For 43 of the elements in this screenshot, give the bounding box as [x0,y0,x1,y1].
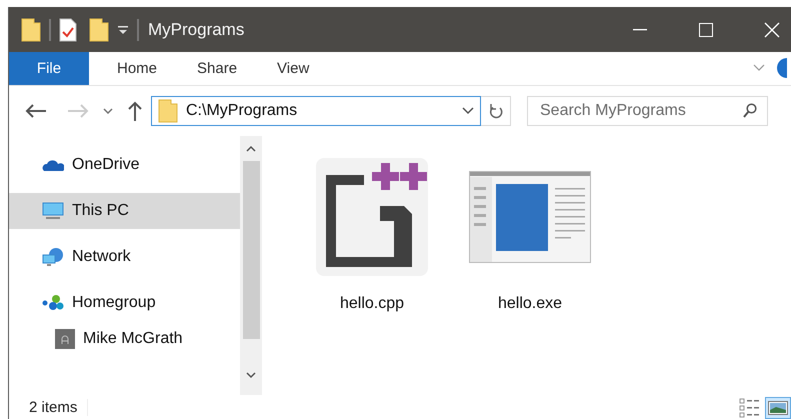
nav-item[interactable]: OneDrive [9,146,240,183]
new-folder-icon[interactable] [89,18,109,42]
nav-item[interactable]: Homegroup [9,284,240,321]
scrollbar[interactable] [240,136,262,396]
recent-caret-icon[interactable] [103,108,113,114]
file-name[interactable]: hello.exe [498,294,562,313]
expand-ribbon-icon[interactable] [753,64,765,72]
scroll-down-icon[interactable] [246,371,256,380]
large-icons-view-button[interactable] [765,397,791,419]
folder-icon [158,98,178,123]
dropdown-caret-icon[interactable] [462,106,474,115]
item-count: 2 items [29,398,88,416]
cpp-file-icon [316,158,428,276]
address-bar[interactable]: C:\MyPrograms [151,96,481,126]
file-menu-tab[interactable]: File [9,52,89,85]
up-arrow-icon[interactable] [127,100,143,121]
ribbon-tab[interactable]: View [257,52,330,85]
nav-item[interactable]: Network [9,238,240,275]
homegroup-icon [42,294,64,311]
ribbon-tab[interactable]: Share [177,52,258,85]
scrollbar-thumb[interactable] [242,160,260,340]
search-icon [743,103,757,118]
nav-item[interactable]: This PC [9,192,240,229]
cloud-icon [42,158,64,172]
maximize-icon [699,22,713,36]
refresh-icon [488,102,502,119]
app-window-icon [469,170,591,263]
back-arrow-icon[interactable] [25,102,47,119]
network-globe-icon [42,246,64,267]
close-icon [764,22,780,38]
customize-caret-icon[interactable] [117,24,129,36]
search-field[interactable]: Search MyPrograms [527,96,768,126]
nav-item[interactable]: Mike McGrath [9,320,240,357]
file-name[interactable]: hello.cpp [340,294,404,313]
monitor-icon [42,202,64,220]
scroll-up-icon[interactable] [246,144,256,153]
properties-icon[interactable] [59,18,77,42]
ribbon-tab[interactable]: Home [97,52,178,85]
minimize-icon [633,28,647,30]
refresh-button[interactable] [481,96,511,126]
folder-icon[interactable] [21,18,41,42]
user-avatar-icon [55,328,75,349]
window-title: MyPrograms [148,20,244,40]
